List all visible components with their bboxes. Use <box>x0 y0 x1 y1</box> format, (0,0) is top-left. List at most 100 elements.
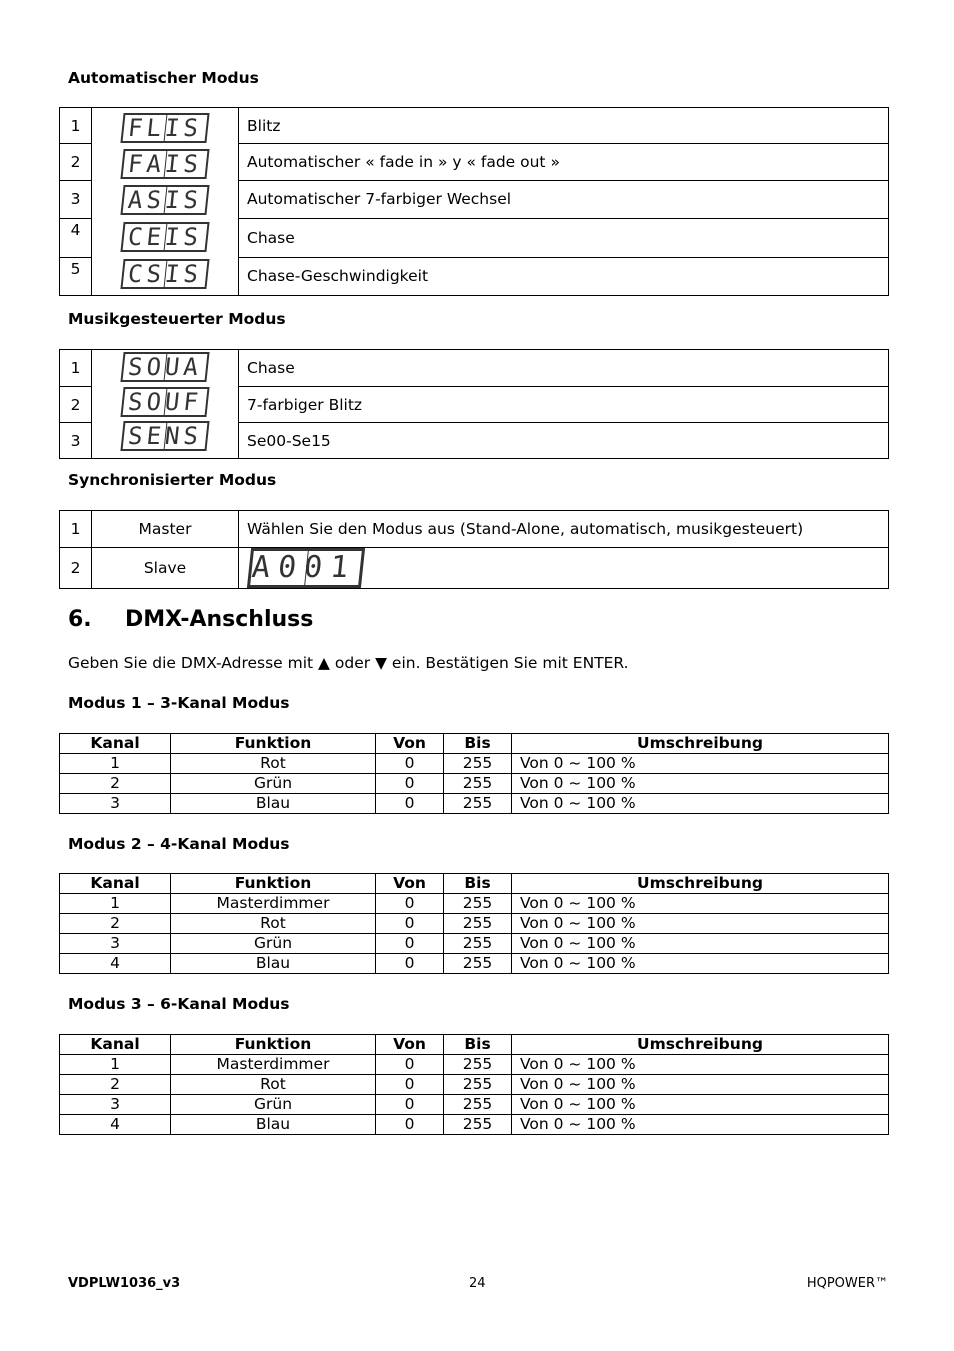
table-cell: 255 <box>443 793 512 814</box>
row-number: 5 <box>59 256 92 297</box>
table-cell: 255 <box>443 773 512 794</box>
table-cell: 2 <box>59 773 171 794</box>
sync-mode-table: 1 Master Wählen Sie den Modus aus (Stand… <box>59 510 889 589</box>
table-cell: Von 0 ~ 100 % <box>511 773 889 794</box>
column-header: Kanal <box>59 733 171 754</box>
table-cell: Blau <box>170 1114 376 1135</box>
table-row: 3 Blau 0 255 Von 0 ~ 100 % <box>59 793 889 814</box>
column-header: Umschreibung <box>511 1034 889 1055</box>
table-cell: 255 <box>443 753 512 774</box>
led-display-image: CEIS <box>120 222 210 252</box>
footer-model: VDPLW1036_v3 <box>68 1276 181 1291</box>
row-number: 3 <box>59 422 92 459</box>
table-cell: 0 <box>375 753 444 774</box>
table-cell: 0 <box>375 1094 444 1115</box>
table-cell: 4 <box>59 1114 171 1135</box>
row-number: 2 <box>59 386 92 423</box>
table-cell: 4 <box>59 953 171 974</box>
table-row: 4 Blau 0 255 Von 0 ~ 100 % <box>59 953 889 974</box>
table-cell: 2 <box>59 1074 171 1095</box>
table-cell: 255 <box>443 1054 512 1075</box>
table-row: 2 Rot 0 255 Von 0 ~ 100 % <box>59 913 889 934</box>
row-number: 1 <box>59 349 92 387</box>
column-header: Umschreibung <box>511 873 889 894</box>
table-cell: 1 <box>59 753 171 774</box>
table-cell: Von 0 ~ 100 % <box>511 893 889 914</box>
table-cell: Von 0 ~ 100 % <box>511 933 889 954</box>
table-cell: Von 0 ~ 100 % <box>511 953 889 974</box>
table-row: 1 Master Wählen Sie den Modus aus (Stand… <box>59 510 889 548</box>
table-cell: 0 <box>375 1054 444 1075</box>
row-description: Chase <box>238 218 889 258</box>
table-cell: Blau <box>170 953 376 974</box>
row-description: Automatischer 7-farbiger Wechsel <box>238 179 889 220</box>
led-display-image: SOUA <box>120 352 210 382</box>
mode1-heading: Modus 1 – 3-Kanal Modus <box>68 694 290 712</box>
column-header: Von <box>375 1034 444 1055</box>
table-row: 2 Slave A001 <box>59 547 889 589</box>
table-cell: 255 <box>443 1094 512 1115</box>
table-cell: 1 <box>59 1054 171 1075</box>
row-role: Slave <box>91 547 239 589</box>
row-number: 2 <box>59 143 92 181</box>
table-cell: Grün <box>170 773 376 794</box>
table-cell: Grün <box>170 1094 376 1115</box>
table-header-row: Kanal Funktion Von Bis Umschreibung <box>59 1034 889 1055</box>
table-cell: Von 0 ~ 100 % <box>511 1114 889 1135</box>
column-header: Von <box>375 873 444 894</box>
table-cell: 255 <box>443 933 512 954</box>
column-header: Umschreibung <box>511 733 889 754</box>
led-display-image: FAIS <box>120 149 210 179</box>
music-mode-heading: Musikgesteuerter Modus <box>68 310 286 328</box>
table-cell: 0 <box>375 773 444 794</box>
auto-mode-table: 1 FLIS FAIS ASIS CEIS CSIS Blitz 2 Autom… <box>59 106 889 297</box>
section-title: DMX-Anschluss <box>125 607 314 632</box>
table-cell: 0 <box>375 933 444 954</box>
column-header: Funktion <box>170 873 376 894</box>
table-cell: Von 0 ~ 100 % <box>511 1094 889 1115</box>
table-row: 3 Grün 0 255 Von 0 ~ 100 % <box>59 933 889 954</box>
table-cell: Von 0 ~ 100 % <box>511 753 889 774</box>
table-row: 1 Masterdimmer 0 255 Von 0 ~ 100 % <box>59 893 889 914</box>
row-number: 3 <box>59 179 92 220</box>
section-number: 6. <box>68 607 92 632</box>
row-description: Blitz <box>238 106 889 145</box>
table-cell: 0 <box>375 913 444 934</box>
table-cell: Masterdimmer <box>170 893 376 914</box>
column-header: Kanal <box>59 873 171 894</box>
table-cell: 2 <box>59 913 171 934</box>
mode2-heading: Modus 2 – 4-Kanal Modus <box>68 835 290 853</box>
mode3-heading: Modus 3 – 6-Kanal Modus <box>68 995 290 1013</box>
table-row: 1 Masterdimmer 0 255 Von 0 ~ 100 % <box>59 1054 889 1075</box>
table-cell: Von 0 ~ 100 % <box>511 1074 889 1095</box>
table-cell: 3 <box>59 933 171 954</box>
display-images-cell: FLIS FAIS ASIS CEIS CSIS <box>91 107 239 296</box>
row-number: 2 <box>59 547 92 589</box>
led-display-image: FLIS <box>120 113 210 143</box>
table-row: 1 FLIS FAIS ASIS CEIS CSIS Blitz <box>59 106 889 296</box>
footer-brand: HQPOWER™ <box>806 1276 888 1291</box>
column-header: Von <box>375 733 444 754</box>
table-cell: Von 0 ~ 100 % <box>511 913 889 934</box>
table-cell: Blau <box>170 793 376 814</box>
table-cell: 255 <box>443 913 512 934</box>
table-cell: 1 <box>59 893 171 914</box>
table-row: 3 Grün 0 255 Von 0 ~ 100 % <box>59 1094 889 1115</box>
table-cell: 3 <box>59 793 171 814</box>
table-row: 2 Rot 0 255 Von 0 ~ 100 % <box>59 1074 889 1095</box>
column-header: Kanal <box>59 1034 171 1055</box>
table-cell: Rot <box>170 913 376 934</box>
table-header-row: Kanal Funktion Von Bis Umschreibung <box>59 733 889 754</box>
table-cell: 0 <box>375 1114 444 1135</box>
table-row: 1 Rot 0 255 Von 0 ~ 100 % <box>59 753 889 774</box>
table-cell: 255 <box>443 893 512 914</box>
table-cell: 255 <box>443 1114 512 1135</box>
table-row: 4 Blau 0 255 Von 0 ~ 100 % <box>59 1114 889 1135</box>
table-row: 1 SOUA SOUF SENS Chase <box>59 349 889 459</box>
row-description: Chase-Geschwindigkeit <box>238 256 889 297</box>
table-cell: 3 <box>59 1094 171 1115</box>
table-cell: 0 <box>375 1074 444 1095</box>
led-display-image: SOUF <box>120 387 210 417</box>
table-header-row: Kanal Funktion Von Bis Umschreibung <box>59 873 889 894</box>
table-cell: 255 <box>443 1074 512 1095</box>
